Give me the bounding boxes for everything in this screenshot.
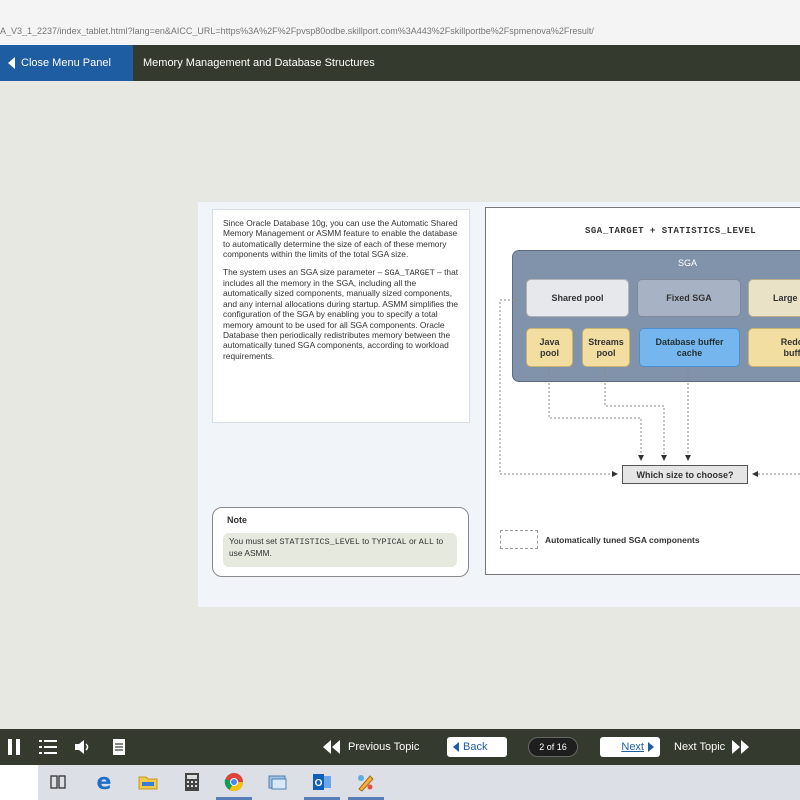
- which-size-to-choose-box: Which size to choose?: [622, 465, 748, 484]
- back-button[interactable]: Back: [447, 737, 507, 757]
- taskbar-search-area[interactable]: [0, 765, 38, 800]
- note-code-statistics-level: STATISTICS_LEVEL: [279, 537, 360, 547]
- paragraph-2-start: The system uses an SGA size parameter –: [223, 266, 385, 277]
- chevron-left-icon: [8, 57, 15, 69]
- paint-icon[interactable]: [354, 770, 378, 794]
- legend-dashed-swatch: [500, 530, 538, 549]
- large-pool-component: Large: [748, 279, 800, 317]
- pause-icon[interactable]: [4, 737, 24, 757]
- note-body: You must set STATISTICS_LEVEL to TYPICAL…: [223, 533, 457, 567]
- shared-pool-component: Shared pool: [526, 279, 629, 317]
- chrome-icon[interactable]: [222, 770, 246, 794]
- note-text-or: or: [406, 536, 419, 546]
- topic-list-icon[interactable]: [38, 737, 58, 757]
- previous-topic-button[interactable]: Previous Topic: [322, 729, 419, 765]
- double-chevron-right-icon: [732, 740, 750, 754]
- calculator-icon[interactable]: [180, 770, 204, 794]
- close-menu-panel-label: Close Menu Panel: [21, 57, 111, 69]
- url-text[interactable]: A_V3_1_2237/index_tablet.html?lang=en&AI…: [0, 26, 800, 36]
- note-code-all: ALL: [418, 537, 434, 547]
- player-control-bar: Previous Topic Back 2 of 16 Next Next To…: [0, 729, 800, 765]
- back-label: Back: [463, 741, 488, 753]
- volume-icon[interactable]: [73, 737, 93, 757]
- explanation-text-panel: Since Oracle Database 10g, you can use t…: [212, 209, 470, 423]
- double-chevron-left-icon: [323, 740, 340, 754]
- chevron-right-icon: [648, 742, 654, 752]
- paragraph-2-end: – that includes all the memory in the SG…: [223, 266, 459, 361]
- page-indicator: 2 of 16: [528, 737, 578, 757]
- course-header: Close Menu Panel Memory Management and D…: [0, 45, 800, 81]
- java-pool-component: Java pool: [526, 328, 573, 367]
- windows-taskbar: e O: [0, 765, 800, 800]
- chevron-left-icon: [453, 742, 459, 752]
- streams-pool-component: Streams pool: [582, 328, 630, 367]
- fixed-sga-component: Fixed SGA: [637, 279, 741, 317]
- sga-label: SGA: [678, 258, 698, 268]
- legend-label: Automatically tuned SGA components: [545, 535, 700, 545]
- diagram-title: SGA_TARGET + STATISTICS_LEVEL: [585, 226, 757, 236]
- app-icon[interactable]: [266, 770, 290, 794]
- explanation-paragraph-2: The system uses an SGA size parameter – …: [223, 267, 459, 362]
- next-button[interactable]: Next: [600, 737, 660, 757]
- next-topic-button[interactable]: Next Topic: [674, 729, 751, 765]
- note-title: Note: [227, 515, 247, 525]
- transcript-icon[interactable]: [109, 737, 129, 757]
- explanation-paragraph-1: Since Oracle Database 10g, you can use t…: [223, 218, 458, 260]
- next-topic-label: Next Topic: [674, 741, 726, 753]
- file-explorer-icon[interactable]: [136, 770, 160, 794]
- database-buffer-cache-component: Database buffer cache: [639, 328, 740, 367]
- edge-icon[interactable]: e: [92, 770, 116, 795]
- course-title: Memory Management and Database Structure…: [143, 57, 375, 69]
- note-text-to: to: [359, 536, 372, 546]
- browser-address-bar[interactable]: A_V3_1_2237/index_tablet.html?lang=en&AI…: [0, 0, 800, 46]
- previous-topic-label: Previous Topic: [348, 741, 420, 753]
- outlook-icon[interactable]: O: [310, 770, 334, 794]
- note-box: Note You must set STATISTICS_LEVEL to TY…: [212, 507, 469, 577]
- sga-target-code: SGA_TARGET: [384, 267, 435, 278]
- note-code-typical: TYPICAL: [371, 537, 407, 547]
- note-text-start: You must set: [229, 536, 280, 546]
- next-label: Next: [621, 741, 644, 753]
- svg-text:O: O: [315, 778, 323, 789]
- close-menu-panel-button[interactable]: Close Menu Panel: [0, 45, 133, 81]
- redo-log-buffer-component: Redo buff: [748, 328, 800, 367]
- task-view-icon[interactable]: [46, 770, 70, 794]
